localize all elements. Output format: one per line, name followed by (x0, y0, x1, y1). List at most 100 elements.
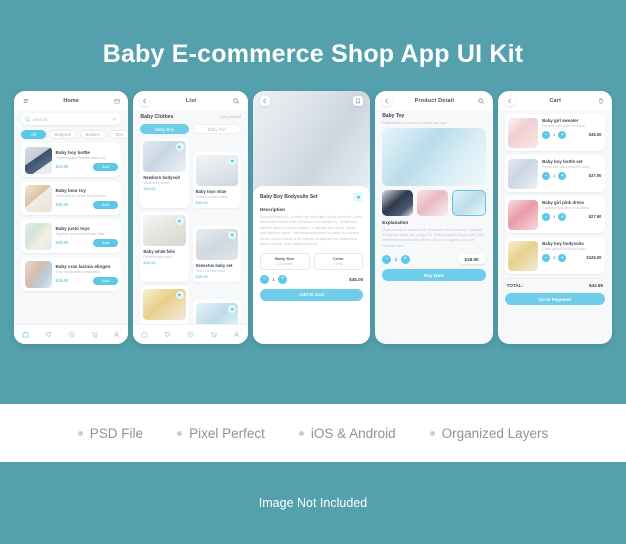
menu-icon[interactable] (21, 96, 30, 105)
color-value: Grey (334, 262, 343, 267)
product-desc: Egestas quis sollicitudin vitae (55, 232, 105, 236)
product-desc: Senectus et netus et malesua (55, 194, 106, 198)
total-label: TOTAL: (506, 283, 524, 288)
decrease-quantity-button[interactable]: − (542, 212, 551, 221)
nav-person-icon[interactable] (113, 331, 120, 338)
product-card[interactable]: Baby bear toy Senectus et netus et males… (21, 181, 122, 215)
product-price: $129.00 (586, 255, 602, 260)
bookmark-icon[interactable] (353, 95, 364, 106)
increase-quantity-button[interactable]: + (400, 254, 410, 264)
decrease-quantity-button[interactable]: − (542, 130, 551, 139)
trash-icon[interactable] (596, 96, 605, 105)
nav-heart-icon[interactable] (45, 331, 52, 338)
grid-card[interactable]: Newborn bodysuit Vivamus blandit $24.00 (140, 138, 189, 208)
favorite-icon[interactable] (175, 291, 184, 299)
cart-item[interactable]: Baby girl sweater Semper velit quis dui … (504, 114, 605, 151)
back-icon[interactable] (259, 95, 270, 106)
back-icon[interactable] (504, 95, 515, 106)
color-select[interactable]: Color Grey (313, 252, 364, 270)
cart-item[interactable]: Baby boy bottle set Fusce nec arcu posue… (504, 155, 605, 192)
increase-quantity-button[interactable]: + (558, 171, 567, 180)
nav-home-icon[interactable] (141, 331, 148, 338)
product-subtitle: Pellentesque commodo purus est toys (382, 120, 447, 125)
nav-cart-icon[interactable] (91, 331, 98, 338)
tab-baby-boy[interactable]: Baby Boy (140, 124, 189, 134)
feature-item: Organized Layers (429, 426, 548, 441)
favorite-icon[interactable] (227, 157, 236, 165)
search-icon[interactable] (477, 96, 486, 105)
category-chips: All Bodysuit Booties Toys (14, 125, 129, 139)
screens-row: Home Search All Bodysuit Booties Toys Ba… (0, 69, 626, 344)
detail-price: $45.00 (349, 276, 364, 282)
cart-items-list[interactable]: Baby girl sweater Semper velit quis dui … (498, 110, 612, 344)
search-icon (25, 116, 30, 122)
product-image (508, 117, 539, 148)
grid-card[interactable] (192, 300, 241, 324)
body-size-value: 4-6 month (276, 262, 293, 267)
baby-shoes-thumb[interactable] (382, 189, 414, 216)
go-to-payment-button[interactable]: Go to Payment (504, 293, 605, 305)
bullet-icon (77, 430, 83, 436)
chip-all[interactable]: All (21, 130, 46, 139)
grid-card[interactable]: Baby toys vitae Donec conses baby $30.00 (192, 152, 241, 208)
add-button[interactable]: Add (93, 276, 118, 285)
home-product-list[interactable]: Baby boy bottle Pellentesque habitia bab… (14, 139, 128, 324)
calendar-icon[interactable] (112, 96, 121, 105)
grid-card[interactable] (140, 286, 189, 324)
decrease-quantity-button[interactable]: − (259, 274, 269, 284)
cart-item[interactable]: Baby girl pink dress Curabitur posuere r… (504, 196, 605, 233)
product-price: $35.00 (55, 240, 69, 245)
chip-toys[interactable]: Toys (108, 130, 129, 139)
list-section-header: Baby Clothes 128 product (133, 110, 247, 120)
pink-booties-thumb[interactable] (417, 189, 449, 216)
product-price: $26.99 (195, 274, 208, 279)
nav-heart-icon[interactable] (164, 331, 171, 338)
add-button[interactable]: Add (93, 238, 118, 247)
increase-quantity-button[interactable]: + (558, 212, 567, 221)
grid-card[interactable]: Baby white felis Pellentesque arcu $44.0… (140, 212, 189, 282)
search-input[interactable]: Search (21, 113, 122, 125)
product-desc: Proin lobortis fauci (195, 268, 226, 273)
product-card[interactable]: Baby justo toys Egestas quis sollicitudi… (21, 219, 122, 253)
add-button[interactable]: Add (93, 162, 118, 171)
product-name: Baby white felis (143, 248, 176, 254)
increase-quantity-button[interactable]: + (278, 274, 288, 284)
favorite-icon[interactable] (227, 305, 236, 313)
add-button[interactable]: Add (93, 200, 118, 209)
chip-bodysuit[interactable]: Bodysuit (48, 130, 77, 139)
thumbnail-row (375, 186, 492, 216)
product-name: Baby bear toy (55, 187, 86, 193)
product-price: $19.00 (55, 278, 69, 283)
list-grid-scroll[interactable]: Newborn bodysuit Vivamus blandit $24.00 … (133, 134, 247, 324)
nav-person-icon[interactable] (233, 331, 240, 338)
increase-quantity-button[interactable]: + (558, 253, 567, 262)
tab-baby-girl[interactable]: Baby Girl (192, 124, 241, 134)
grid-card[interactable]: Senectus baby set Proin lobortis fauci $… (192, 226, 241, 282)
blue-toy-thumb[interactable] (452, 189, 486, 216)
nav-location-icon[interactable] (68, 331, 75, 338)
nav-location-icon[interactable] (187, 331, 194, 338)
increase-quantity-button[interactable]: + (558, 130, 567, 139)
nav-home-icon[interactable] (22, 331, 29, 338)
favorite-icon[interactable] (175, 143, 184, 151)
decrease-quantity-button[interactable]: − (542, 171, 551, 180)
decrease-quantity-button[interactable]: − (542, 253, 551, 262)
back-icon[interactable] (382, 95, 393, 106)
favorite-icon[interactable] (353, 192, 364, 202)
decrease-quantity-button[interactable]: − (382, 254, 392, 264)
buy-now-button[interactable]: Buy Now (382, 269, 486, 282)
feature-label: iOS & Android (310, 425, 396, 441)
body-size-select[interactable]: Body Size 4-6 month (259, 252, 310, 270)
search-icon[interactable] (232, 96, 241, 105)
favorite-icon[interactable] (175, 217, 184, 225)
back-icon[interactable] (140, 95, 151, 106)
favorite-icon[interactable] (227, 231, 236, 239)
product-card[interactable]: Baby boy bottle Pellentesque habitia bab… (21, 143, 122, 177)
feature-label: PSD File (89, 425, 144, 441)
cart-item[interactable]: Baby boy bodysuits Class aptent taciti s… (504, 237, 605, 274)
quantity-value: 1 (553, 173, 556, 178)
chip-booties[interactable]: Booties (79, 130, 106, 139)
product-card[interactable]: Baby cras lacinia elingen Eros consectet… (21, 257, 122, 291)
nav-cart-icon[interactable] (210, 331, 217, 338)
add-to-cart-button[interactable]: Add to Cart (259, 288, 364, 301)
